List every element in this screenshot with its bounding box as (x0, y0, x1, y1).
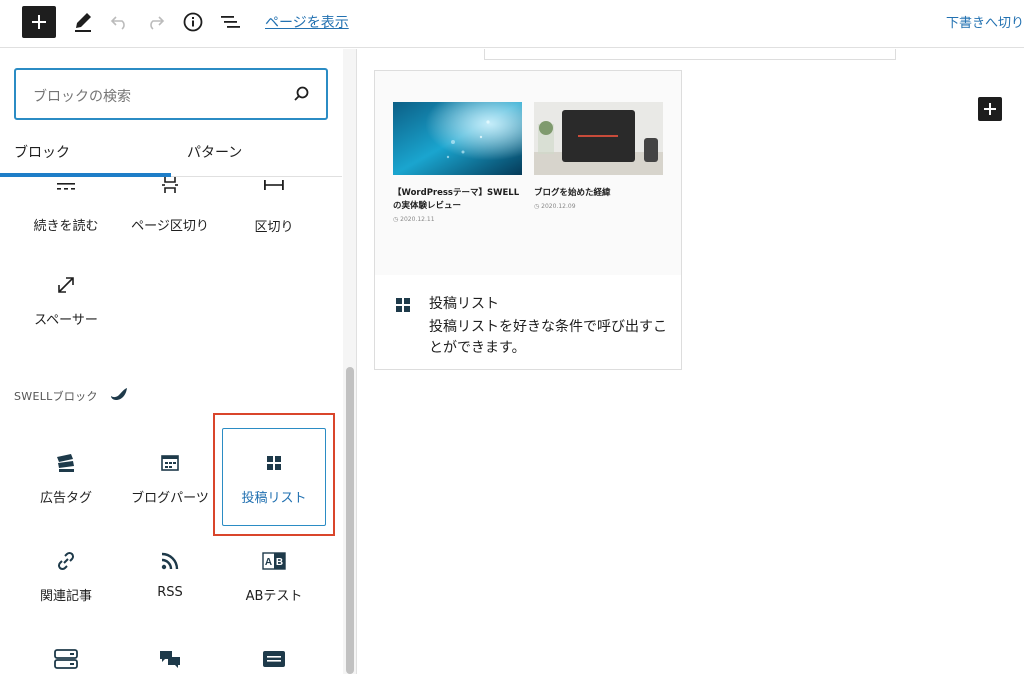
block-page-break-label: ページ区切り (131, 219, 209, 234)
block-post-list[interactable]: 投稿リスト (222, 449, 326, 506)
top-toolbar: ページを表示 下書きへ切り (0, 0, 1024, 48)
block-card[interactable] (222, 645, 326, 673)
previous-block-edge (484, 49, 896, 60)
post-list-icon (267, 456, 281, 470)
rss-icon (161, 552, 179, 570)
info-icon (183, 12, 203, 32)
swell-logo-icon (111, 388, 127, 400)
block-related-posts[interactable]: 関連記事 (14, 547, 118, 604)
view-page-link[interactable]: ページを表示 (265, 12, 349, 32)
ad-tag-icon (57, 454, 74, 472)
server-icon (54, 649, 78, 669)
tab-patterns[interactable]: パターン (187, 142, 242, 162)
block-page-break[interactable]: ページ区切り (118, 176, 222, 234)
plus-icon (984, 103, 996, 115)
undo-icon (110, 16, 125, 30)
block-blog-parts-label: ブログパーツ (131, 491, 209, 506)
block-related-posts-label: 関連記事 (39, 589, 92, 604)
post-date: ◷ 2020.12.11 (393, 216, 435, 223)
block-name: 投稿リスト (429, 296, 499, 312)
post-date: ◷ 2020.12.09 (534, 203, 576, 210)
preview-post: 【WordPressテーマ】SWELLの実体験レビュー ◷ 2020.12.11 (393, 102, 522, 223)
plus-icon (32, 15, 46, 29)
section-title: SWELLブロック (14, 390, 98, 403)
redo-icon (150, 16, 165, 30)
post-date-value: 2020.12.09 (541, 203, 576, 210)
redo-button[interactable] (143, 10, 167, 34)
svg-text:A: A (265, 557, 272, 568)
sidebar-scrollbar-thumb[interactable] (346, 367, 354, 674)
block-spacer-label: スペーサー (34, 313, 98, 328)
block-ad-tag-label: 広告タグ (39, 491, 92, 506)
block-ab-test[interactable]: AB ABテスト (222, 547, 326, 604)
editor-canvas: 【WordPressテーマ】SWELLの実体験レビュー ◷ 2020.12.11… (358, 49, 1024, 674)
block-post-list-label: 投稿リスト (241, 491, 307, 506)
block-more-label: 続きを読む (33, 219, 99, 234)
search-icon (294, 86, 309, 101)
list-view-button[interactable] (218, 10, 242, 34)
list-view-icon (221, 16, 240, 28)
block-inserter-panel: ブロックの検索 ブロック パターン 続きを読む ページ区切り 区切り スペーサー… (0, 49, 357, 674)
post-thumbnail-water (393, 102, 522, 175)
post-date-value: 2020.12.11 (400, 216, 435, 223)
search-placeholder: ブロックの検索 (33, 89, 131, 105)
undo-button[interactable] (108, 10, 132, 34)
preview-area: 【WordPressテーマ】SWELLの実体験レビュー ◷ 2020.12.11… (375, 71, 681, 275)
card-icon (263, 651, 285, 667)
svg-text:B: B (276, 557, 283, 568)
inserter-tabs: ブロック パターン (0, 129, 342, 177)
block-comments[interactable] (118, 645, 222, 673)
block-preview-card: 【WordPressテーマ】SWELLの実体験レビュー ◷ 2020.12.11… (374, 70, 682, 370)
spacer-icon (58, 277, 74, 293)
post-list-icon (396, 298, 410, 312)
more-icon (57, 183, 75, 190)
block-blog-parts[interactable]: ブログパーツ (118, 449, 222, 506)
post-title: ブログを始めた経緯 (534, 188, 611, 198)
block-search-input[interactable]: ブロックの検索 (14, 68, 328, 120)
block-description: 投稿リストを好きな条件で呼び出すことができます。 (429, 319, 667, 356)
ab-test-icon: AB (262, 552, 286, 570)
block-spacer[interactable]: スペーサー (14, 271, 118, 328)
separator-icon (264, 180, 284, 190)
save-draft-button[interactable]: 下書きへ切り (946, 12, 1024, 31)
post-title: 【WordPressテーマ】SWELLの実体験レビュー (393, 188, 520, 211)
pencil-icon (75, 13, 91, 32)
post-thumbnail-laptop (534, 102, 663, 175)
block-more[interactable]: 続きを読む (14, 180, 118, 234)
add-block-button[interactable] (22, 6, 56, 38)
link-icon (57, 551, 75, 571)
block-server[interactable] (14, 645, 118, 673)
tools-button[interactable] (70, 8, 96, 36)
details-button[interactable] (181, 10, 205, 34)
tab-blocks[interactable]: ブロック (14, 142, 70, 162)
canvas-add-block-button[interactable] (978, 97, 1002, 121)
page-break-icon (162, 177, 178, 193)
block-rss[interactable]: RSS (118, 547, 222, 600)
block-ad-tag[interactable]: 広告タグ (14, 449, 118, 506)
block-separator[interactable]: 区切り (222, 177, 326, 235)
block-separator-label: 区切り (254, 220, 294, 235)
block-ab-test-label: ABテスト (245, 589, 303, 604)
preview-post: ブログを始めた経緯 ◷ 2020.12.09 (534, 102, 663, 210)
block-rss-label: RSS (157, 585, 183, 600)
comments-icon (160, 651, 180, 668)
blog-parts-icon (161, 455, 179, 471)
